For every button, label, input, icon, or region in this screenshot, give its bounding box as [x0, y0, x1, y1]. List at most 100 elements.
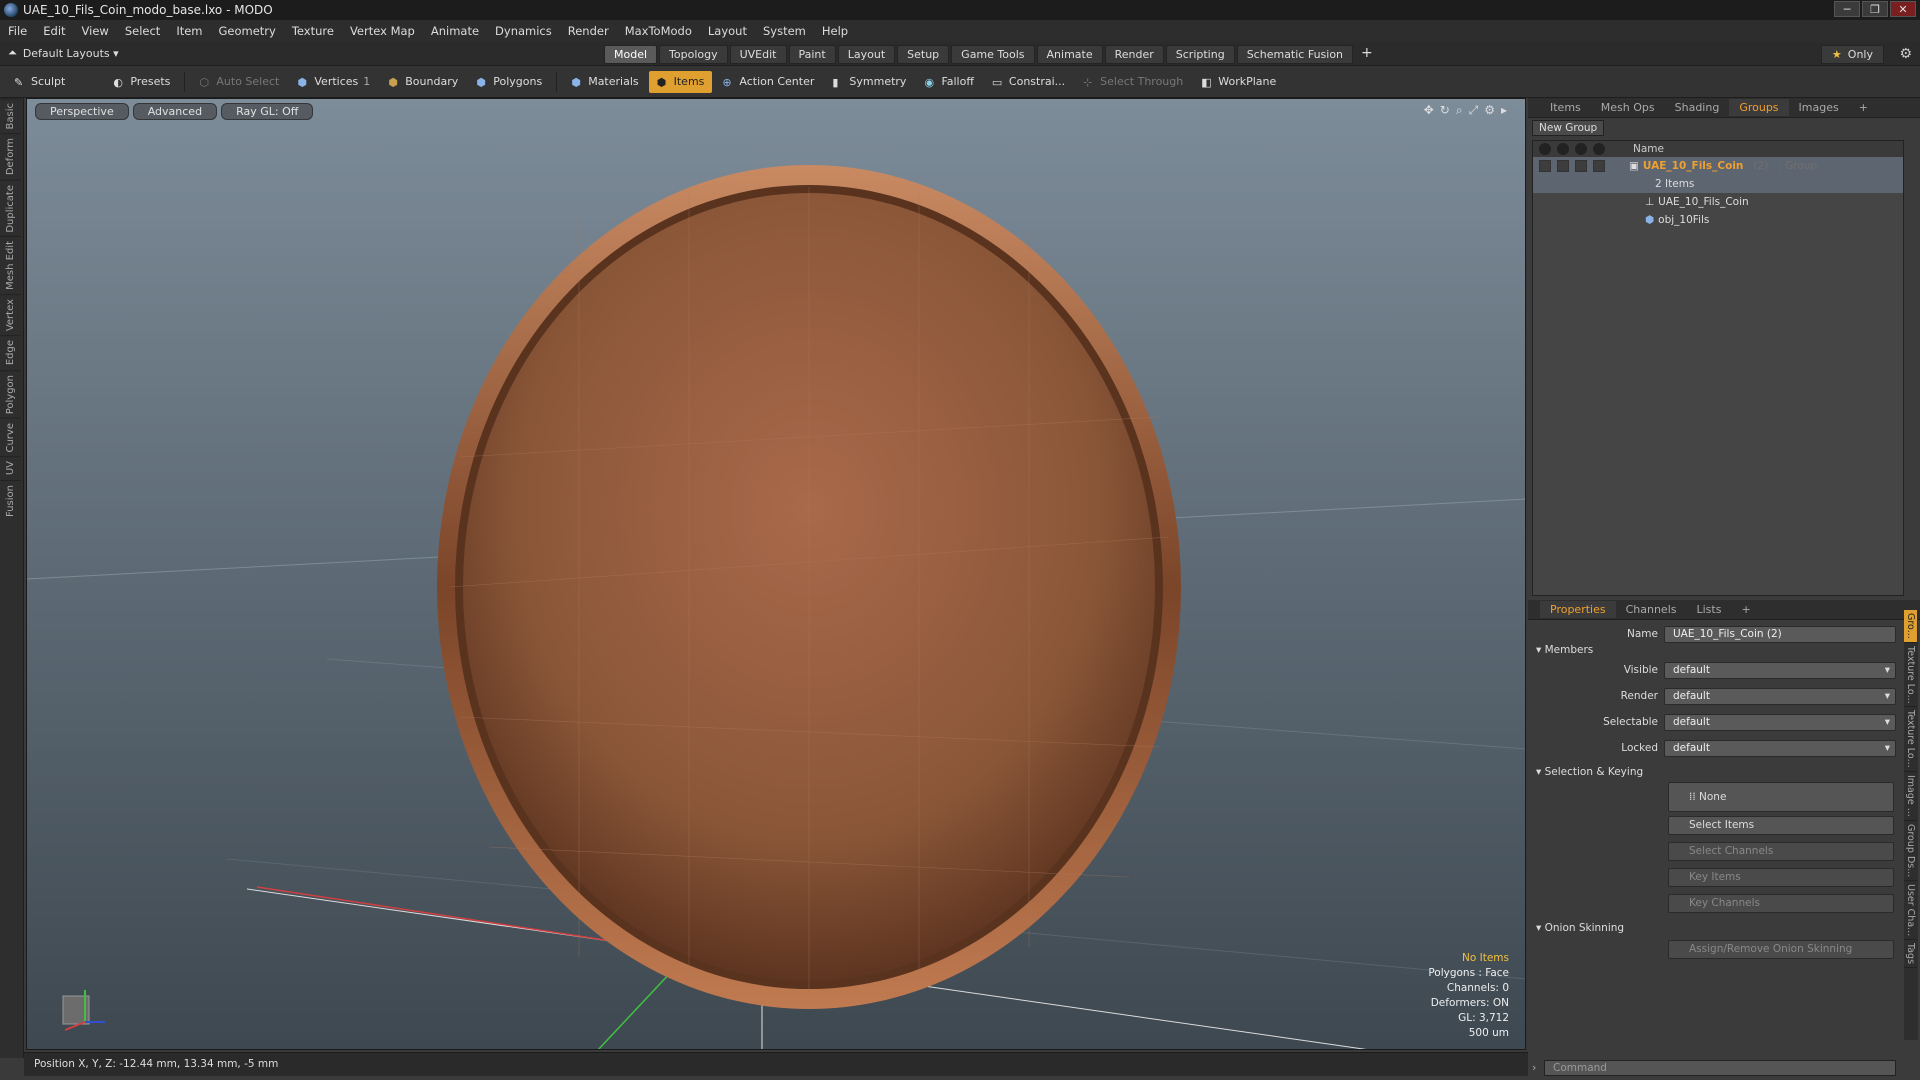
none-button[interactable]: ⁞⁞ None	[1668, 782, 1894, 812]
tab-paint[interactable]: Paint	[788, 45, 836, 64]
close-button[interactable]: ✕	[1890, 1, 1916, 17]
tab-lists[interactable]: Lists	[1687, 601, 1732, 618]
settings-icon[interactable]: ⚙	[1484, 103, 1495, 118]
menu-view[interactable]: View	[74, 24, 117, 38]
menu-animate[interactable]: Animate	[423, 24, 487, 38]
tab-items[interactable]: Items	[1540, 99, 1591, 116]
lock-icon[interactable]	[1575, 143, 1587, 155]
menu-select[interactable]: Select	[117, 24, 168, 38]
tab-schematic-fusion[interactable]: Schematic Fusion	[1236, 45, 1354, 64]
tab-images[interactable]: Images	[1789, 99, 1849, 116]
tab-groups[interactable]: Groups	[1729, 99, 1789, 116]
key-channels-button[interactable]: Key Channels	[1668, 894, 1894, 913]
strip-tab-deform[interactable]: Deform	[0, 133, 21, 180]
polygons-button[interactable]: ⬢ Polygons	[468, 71, 550, 93]
side-tab-group-display[interactable]: Group Ds...	[1904, 821, 1917, 882]
lock-toggle[interactable]	[1575, 160, 1587, 172]
auto-select-button[interactable]: ⬡ Auto Select	[191, 71, 287, 93]
falloff-button[interactable]: ◉ Falloff	[916, 71, 981, 93]
side-tab-group[interactable]: Gro...	[1904, 610, 1917, 643]
new-group-button[interactable]: New Group	[1532, 120, 1605, 136]
view-advanced-button[interactable]: Advanced	[132, 103, 218, 120]
locked-dropdown[interactable]: default ▾	[1664, 739, 1896, 757]
select-channels-button[interactable]: Select Channels	[1668, 842, 1894, 861]
zoom-icon[interactable]: ⌕	[1456, 103, 1463, 118]
group-child-row[interactable]: ⬢ obj_10Fils	[1533, 211, 1903, 229]
raygl-button[interactable]: Ray GL: Off	[221, 103, 314, 120]
default-layouts-dropdown[interactable]: ⏶ Default Layouts ▾	[8, 46, 119, 60]
menu-file[interactable]: File	[0, 24, 35, 38]
strip-tab-uv[interactable]: UV	[0, 456, 21, 480]
sculpt-button[interactable]: ✎ Sculpt	[6, 71, 73, 93]
tab-scripting[interactable]: Scripting	[1165, 45, 1235, 64]
select-through-button[interactable]: ⊹ Select Through	[1075, 71, 1191, 93]
vertices-button[interactable]: ⬢ Vertices 1	[289, 71, 378, 93]
selection-keying-section[interactable]: ▾ Selection & Keying	[1536, 766, 1643, 778]
render-icon[interactable]	[1557, 143, 1569, 155]
view-perspective-button[interactable]: Perspective	[35, 103, 129, 120]
side-tab-user-channels[interactable]: User Cha...	[1904, 881, 1917, 941]
strip-tab-basic[interactable]: Basic	[0, 98, 21, 134]
name-column-header[interactable]: Name	[1625, 143, 1664, 155]
render-toggle[interactable]	[1557, 160, 1569, 172]
visible-dropdown[interactable]: default ▾	[1664, 661, 1896, 679]
menu-item[interactable]: Item	[168, 24, 210, 38]
menu-edit[interactable]: Edit	[35, 24, 73, 38]
selectable-dropdown[interactable]: default ▾	[1664, 713, 1896, 731]
tab-layout[interactable]: Layout	[837, 45, 896, 64]
strip-tab-duplicate[interactable]: Duplicate	[0, 179, 21, 237]
tab-mesh-ops[interactable]: Mesh Ops	[1591, 99, 1665, 116]
onion-skinning-button[interactable]: Assign/Remove Onion Skinning	[1668, 940, 1894, 959]
minimize-button[interactable]: ─	[1834, 1, 1860, 17]
add-panel-tab-button[interactable]: +	[1849, 99, 1878, 116]
select-toggle[interactable]	[1593, 160, 1605, 172]
side-tab-tags[interactable]: Tags	[1904, 940, 1917, 969]
presets-button[interactable]: ◐ Presets	[105, 71, 178, 93]
expand-arrow-icon[interactable]: ▸	[1501, 103, 1507, 118]
add-tab-button[interactable]: +	[1355, 45, 1379, 64]
side-tab-texture-locator-2[interactable]: Texture Lo...	[1904, 707, 1917, 773]
tab-properties[interactable]: Properties	[1540, 601, 1616, 618]
tab-uvedit[interactable]: UVEdit	[729, 45, 787, 64]
menu-dynamics[interactable]: Dynamics	[487, 24, 560, 38]
visibility-toggle[interactable]	[1539, 160, 1551, 172]
group-child-row[interactable]: ⊥ UAE_10_Fils_Coin	[1533, 193, 1903, 211]
strip-tab-curve[interactable]: Curve	[0, 417, 21, 457]
symmetry-button[interactable]: ▮ Symmetry	[824, 71, 914, 93]
tab-channels[interactable]: Channels	[1616, 601, 1687, 618]
maximize-button[interactable]: ❐	[1862, 1, 1888, 17]
eye-icon[interactable]	[1539, 143, 1551, 155]
menu-render[interactable]: Render	[560, 24, 617, 38]
tab-shading[interactable]: Shading	[1665, 99, 1730, 116]
menu-texture[interactable]: Texture	[284, 24, 342, 38]
fit-icon[interactable]: ⤢	[1469, 103, 1479, 118]
workplane-button[interactable]: ◧ WorkPlane	[1193, 71, 1284, 93]
onion-skinning-section[interactable]: ▾ Onion Skinning	[1536, 922, 1624, 934]
strip-tab-mesh-edit[interactable]: Mesh Edit	[0, 236, 21, 295]
3d-viewport[interactable]: Perspective Advanced Ray GL: Off ✥ ↻ ⌕ ⤢…	[26, 98, 1526, 1050]
strip-tab-fusion[interactable]: Fusion	[0, 479, 21, 521]
materials-button[interactable]: ⬢ Materials	[563, 71, 646, 93]
menu-layout[interactable]: Layout	[700, 24, 755, 38]
select-items-button[interactable]: Select Items	[1668, 816, 1894, 835]
side-tab-image[interactable]: Image ...	[1904, 772, 1917, 821]
constraints-button[interactable]: ▭ Constrai...	[984, 71, 1073, 93]
menu-vertex-map[interactable]: Vertex Map	[342, 24, 423, 38]
side-tab-texture-locator[interactable]: Texture Lo...	[1904, 643, 1917, 708]
menu-help[interactable]: Help	[814, 24, 856, 38]
key-items-button[interactable]: Key Items	[1668, 868, 1894, 887]
members-section[interactable]: ▾ Members	[1536, 644, 1593, 656]
boundary-button[interactable]: ⬢ Boundary	[380, 71, 466, 93]
menu-geometry[interactable]: Geometry	[211, 24, 284, 38]
tab-animate[interactable]: Animate	[1036, 45, 1103, 64]
add-props-tab-button[interactable]: +	[1731, 601, 1760, 618]
gear-icon[interactable]: ⚙	[1899, 46, 1912, 62]
tab-render[interactable]: Render	[1104, 45, 1164, 64]
strip-tab-polygon[interactable]: Polygon	[0, 369, 21, 418]
only-button[interactable]: ★ Only	[1820, 45, 1884, 64]
group-row[interactable]: ▣ UAE_10_Fils_Coin (2) : Group	[1533, 157, 1903, 175]
select-icon[interactable]	[1593, 143, 1605, 155]
render-dropdown[interactable]: default ▾	[1664, 687, 1896, 705]
menu-maxtomodo[interactable]: MaxToModo	[617, 24, 700, 38]
tab-setup[interactable]: Setup	[897, 45, 950, 64]
